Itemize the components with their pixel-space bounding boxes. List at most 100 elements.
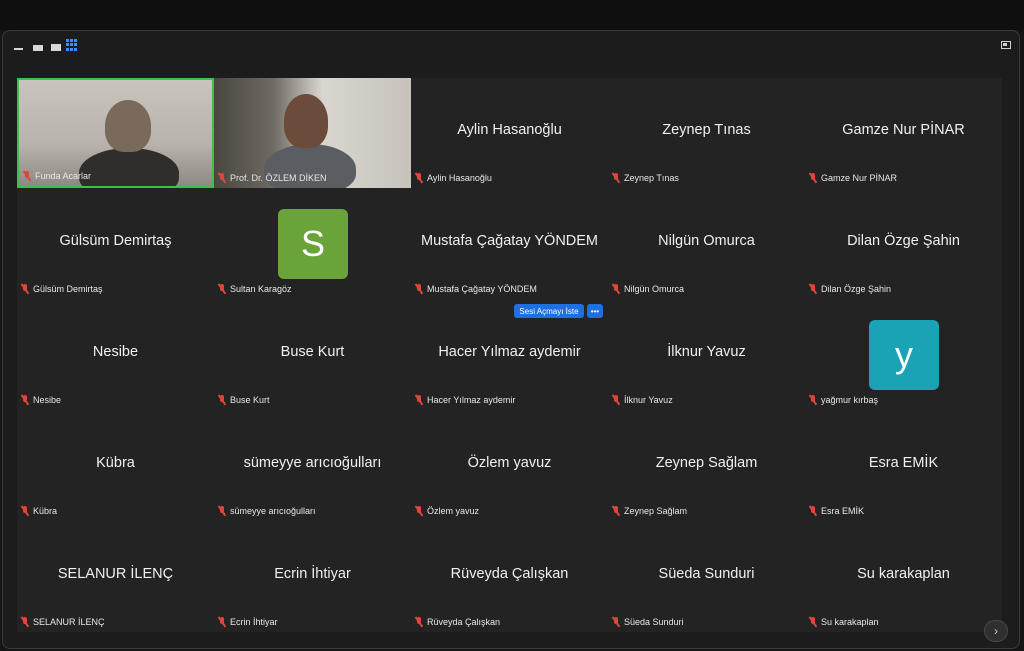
muted-mic-icon xyxy=(809,395,817,405)
view-toolbar xyxy=(3,31,1019,71)
participant-tile[interactable]: İlknur Yavuz İlknur Yavuz xyxy=(608,300,805,410)
muted-mic-icon xyxy=(415,506,423,516)
person-silhouette xyxy=(79,148,179,186)
muted-mic-icon xyxy=(612,173,620,183)
participant-display-name: Gülsüm Demirtaş xyxy=(59,233,172,249)
speaker-view-icon[interactable] xyxy=(11,41,25,51)
participant-name-label: Sultan Karagöz xyxy=(218,284,292,294)
participant-display-name: İlknur Yavuz xyxy=(667,344,746,360)
participant-name: Aylin Hasanoğlu xyxy=(427,173,492,183)
participant-name: Özlem yavuz xyxy=(427,506,480,516)
participant-display-name: Kübra xyxy=(96,455,135,471)
participant-name-label: Gülsüm Demirtaş xyxy=(21,284,103,294)
participant-name-label: Süeda Sunduri xyxy=(612,617,684,627)
participant-tile[interactable]: S Sultan Karagöz xyxy=(214,189,411,299)
gallery-view-icon[interactable] xyxy=(65,39,77,51)
participant-tile[interactable]: Dilan Özge Şahin Dilan Özge Şahin xyxy=(805,189,1002,299)
participant-name-label: Funda Acarlar xyxy=(23,171,91,181)
person-silhouette xyxy=(284,94,328,148)
participant-tile[interactable]: Su karakaplan Su karakaplan xyxy=(805,522,1002,632)
participant-display-name: Zeynep Tınas xyxy=(662,122,751,138)
participant-name-label: Zeynep Sağlam xyxy=(612,506,687,516)
participant-tile[interactable]: Kübra Kübra xyxy=(17,411,214,521)
participant-name: Su karakaplan xyxy=(821,617,879,627)
participant-display-name: SELANUR İLENÇ xyxy=(57,566,174,582)
participant-tile[interactable]: Rüveyda Çalışkan Rüveyda Çalışkan xyxy=(411,522,608,632)
participant-display-name: Dilan Özge Şahin xyxy=(847,233,960,249)
participant-tile[interactable]: Nilgün Omurca Nilgün Omurca xyxy=(608,189,805,299)
participant-tile[interactable]: sümeyye arıcıoğulları sümeyye arıcıoğulla… xyxy=(214,411,411,521)
avatar: S xyxy=(278,209,348,279)
participant-name-label: Buse Kurt xyxy=(218,395,270,405)
participant-tile[interactable]: Süeda Sunduri Süeda Sunduri xyxy=(608,522,805,632)
participant-name: Nesibe xyxy=(33,395,62,405)
muted-mic-icon xyxy=(415,617,423,627)
participant-name: Sultan Karagöz xyxy=(230,284,292,294)
participant-name-label: SELANUR İLENÇ xyxy=(21,617,105,627)
muted-mic-icon xyxy=(809,506,817,516)
muted-mic-icon xyxy=(415,284,423,294)
participant-name: Prof. Dr. ÖZLEM DİKEN xyxy=(230,173,327,183)
participant-name-label: Su karakaplan xyxy=(809,617,879,627)
participant-tile[interactable]: Prof. Dr. ÖZLEM DİKEN xyxy=(214,78,411,188)
participant-name-label: İlknur Yavuz xyxy=(612,395,673,405)
muted-mic-icon xyxy=(21,284,29,294)
participant-name-label: Rüveyda Çalışkan xyxy=(415,617,500,627)
participant-display-name: Zeynep Sağlam xyxy=(655,455,758,471)
muted-mic-icon xyxy=(218,617,226,627)
participant-display-name: Rüveyda Çalışkan xyxy=(450,566,569,582)
participant-tile[interactable]: Gamze Nur PİNAR Gamze Nur PİNAR xyxy=(805,78,1002,188)
side-by-side-icon[interactable] xyxy=(31,41,45,51)
participant-tile[interactable]: Aylin Hasanoğlu Aylin Hasanoğlu xyxy=(411,78,608,188)
next-page-button[interactable]: › xyxy=(984,620,1008,642)
muted-mic-icon xyxy=(809,284,817,294)
participant-name-label: Aylin Hasanoğlu xyxy=(415,173,492,183)
person-silhouette xyxy=(105,100,151,152)
participant-display-name: Nilgün Omurca xyxy=(658,233,755,249)
participant-name-label: Prof. Dr. ÖZLEM DİKEN xyxy=(218,173,327,183)
muted-mic-icon xyxy=(218,173,226,183)
participant-display-name: sümeyye arıcıoğulları xyxy=(243,455,382,471)
participant-display-name: Su karakaplan xyxy=(857,566,950,582)
participant-display-name: Hacer Yılmaz aydemir xyxy=(438,344,581,360)
participant-display-name: Süeda Sunduri xyxy=(658,566,755,582)
participant-tile[interactable]: SELANUR İLENÇ SELANUR İLENÇ xyxy=(17,522,214,632)
top-bar xyxy=(0,0,1024,30)
muted-mic-icon xyxy=(21,617,29,627)
muted-mic-icon xyxy=(218,284,226,294)
participant-tile[interactable]: Zeynep Sağlam Zeynep Sağlam xyxy=(608,411,805,521)
participant-name-label: Nesibe xyxy=(21,395,61,405)
participant-display-name: Gamze Nur PİNAR xyxy=(842,122,965,138)
participant-tile[interactable]: Ecrin İhtiyar Ecrin İhtiyar xyxy=(214,522,411,632)
participant-display-name: Mustafa Çağatay YÖNDEM xyxy=(420,233,599,249)
participant-name: Nilgün Omurca xyxy=(624,284,685,294)
participant-display-name: Esra EMİK xyxy=(868,455,939,471)
fullscreen-icon[interactable] xyxy=(1001,41,1011,49)
participant-name-label: Esra EMİK xyxy=(809,506,864,516)
participant-tile[interactable]: Mustafa Çağatay YÖNDEM Mustafa Çağatay YÖ… xyxy=(411,189,608,299)
more-options-button[interactable]: ••• xyxy=(587,304,603,318)
participant-name: Mustafa Çağatay YÖNDEM xyxy=(427,284,537,294)
thumbnail-icon[interactable] xyxy=(49,41,63,51)
avatar: y xyxy=(869,320,939,390)
participant-tile[interactable]: Zeynep Tınas Zeynep Tınas xyxy=(608,78,805,188)
participant-display-name: Aylin Hasanoğlu xyxy=(457,122,562,138)
muted-mic-icon xyxy=(23,171,31,181)
participant-tile[interactable]: Buse Kurt Buse Kurt xyxy=(214,300,411,410)
participant-tile[interactable]: y yağmur kırbaş xyxy=(805,300,1002,410)
ask-to-unmute-button[interactable]: Sesi Açmayı İste xyxy=(514,304,584,318)
participant-tile[interactable]: Nesibe Nesibe xyxy=(17,300,214,410)
participant-name: Funda Acarlar xyxy=(35,171,92,181)
participant-tile[interactable]: Özlem yavuz Özlem yavuz xyxy=(411,411,608,521)
participant-name: SELANUR İLENÇ xyxy=(33,617,105,627)
participant-tile[interactable]: Funda Acarlar xyxy=(17,78,214,188)
muted-mic-icon xyxy=(415,395,423,405)
participant-name: sümeyye arıcıoğulları xyxy=(230,506,316,516)
gallery-grid: Funda Acarlar Prof. Dr. ÖZLEM DİKEN Aylin … xyxy=(17,78,1002,632)
participant-tile[interactable]: Esra EMİK Esra EMİK xyxy=(805,411,1002,521)
participant-name: Dilan Özge Şahin xyxy=(821,284,892,294)
participant-name: Süeda Sunduri xyxy=(624,617,684,627)
participant-tile[interactable]: Gülsüm Demirtaş Gülsüm Demirtaş xyxy=(17,189,214,299)
participant-name: Kübra xyxy=(33,506,58,516)
participant-name-label: Nilgün Omurca xyxy=(612,284,684,294)
